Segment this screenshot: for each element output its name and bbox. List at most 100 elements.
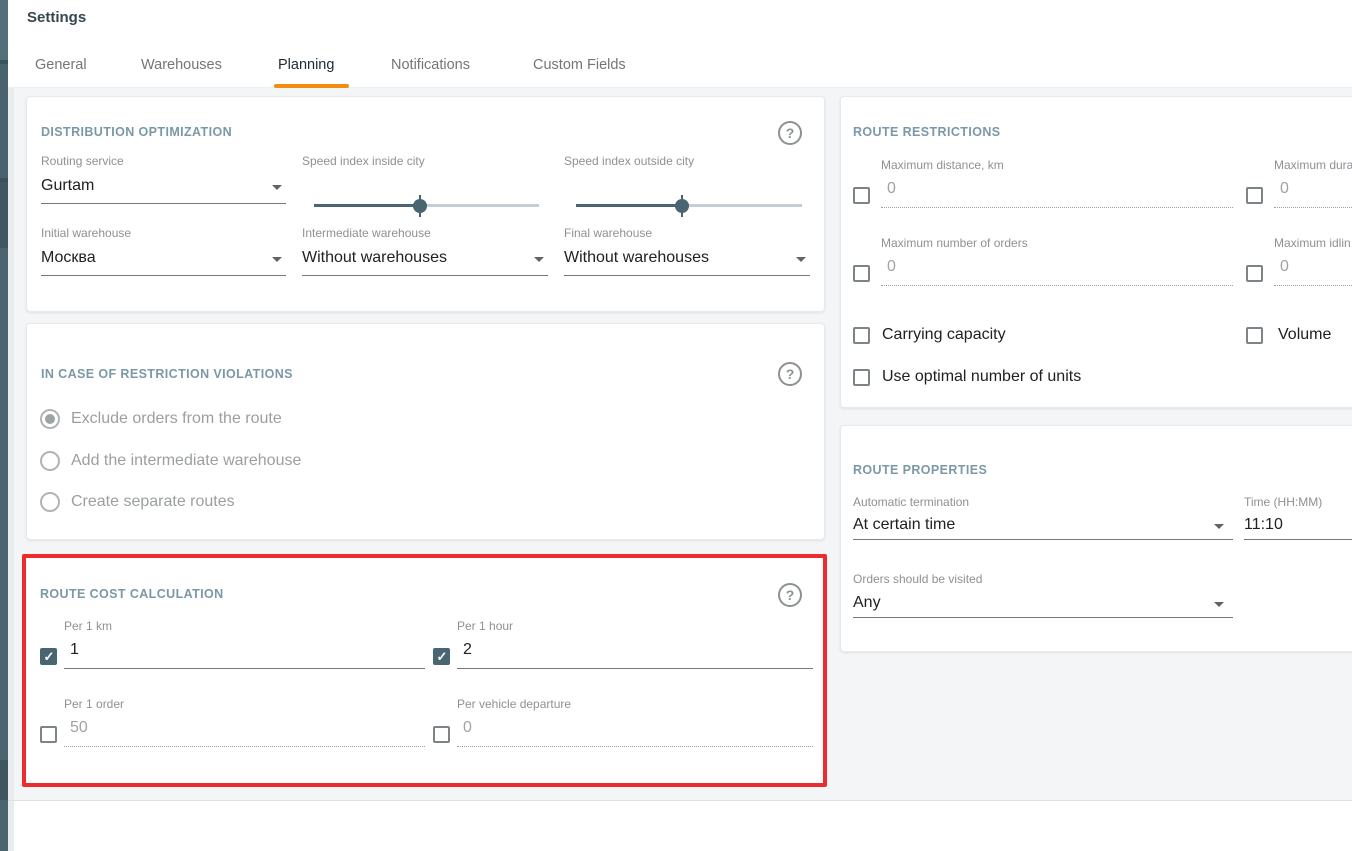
help-icon[interactable]: ? [778, 362, 802, 386]
radio-label[interactable]: Create separate routes [71, 493, 235, 511]
max-idling-checkbox[interactable] [1246, 265, 1263, 282]
chevron-down-icon[interactable] [272, 257, 282, 262]
per-km-checkbox[interactable] [40, 648, 57, 665]
time-input[interactable]: 11:10 [1244, 516, 1283, 534]
speed-outside-label: Speed index outside city [564, 154, 694, 168]
orders-visited-select[interactable]: Any [853, 594, 881, 612]
per-hour-checkbox[interactable] [433, 648, 450, 665]
section-title: ROUTE PROPERTIES [853, 463, 987, 477]
max-distance-label: Maximum distance, km [881, 158, 1004, 172]
tab-general[interactable]: General [35, 57, 87, 73]
radio-label[interactable]: Add the intermediate warehouse [71, 452, 301, 470]
carrying-capacity-label[interactable]: Carrying capacity [882, 326, 1006, 344]
card-restriction-violations: IN CASE OF RESTRICTION VIOLATIONS ? Excl… [26, 323, 825, 540]
per-order-label: Per 1 order [64, 697, 124, 711]
intermediate-warehouse-select[interactable]: Without warehouses [302, 249, 447, 267]
input-underline [564, 275, 810, 276]
settings-header: Settings General Warehouses Planning Not… [8, 0, 1352, 88]
max-idling-label: Maximum idlin [1274, 236, 1351, 250]
final-warehouse-label: Final warehouse [564, 226, 652, 240]
per-hour-input[interactable]: 2 [463, 641, 472, 659]
collapsed-sidebar-strip[interactable] [0, 0, 8, 851]
radio-exclude-orders[interactable] [40, 409, 60, 429]
input-underline [64, 668, 425, 669]
chevron-down-icon[interactable] [796, 257, 806, 262]
volume-label[interactable]: Volume [1278, 326, 1331, 344]
orders-visited-label: Orders should be visited [853, 572, 982, 586]
input-underline [302, 275, 548, 276]
help-icon[interactable]: ? [778, 121, 802, 145]
max-duration-input[interactable]: 0 [1280, 180, 1289, 198]
chevron-down-icon[interactable] [1214, 602, 1224, 607]
volume-checkbox[interactable] [1246, 327, 1263, 344]
final-warehouse-select[interactable]: Without warehouses [564, 249, 709, 267]
routing-service-select[interactable]: Gurtam [41, 177, 94, 195]
automatic-termination-label: Automatic termination [853, 495, 969, 509]
input-underline [881, 285, 1233, 286]
max-orders-label: Maximum number of orders [881, 236, 1028, 250]
tab-custom-fields[interactable]: Custom Fields [533, 57, 626, 73]
tab-bar: General Warehouses Planning Notification… [8, 44, 1352, 88]
chevron-down-icon[interactable] [534, 257, 544, 262]
speed-inside-label: Speed index inside city [302, 154, 425, 168]
chevron-down-icon[interactable] [1214, 524, 1224, 529]
per-km-input[interactable]: 1 [70, 641, 79, 659]
chevron-down-icon[interactable] [272, 185, 282, 190]
initial-warehouse-select[interactable]: Москва [41, 249, 96, 267]
active-tab-indicator [274, 84, 349, 88]
tab-planning[interactable]: Planning [278, 57, 334, 73]
tab-warehouses[interactable]: Warehouses [141, 57, 222, 73]
tab-notifications[interactable]: Notifications [391, 57, 470, 73]
card-route-cost-calculation-highlighted: ROUTE COST CALCULATION ? Per 1 km 1 Per … [22, 554, 827, 787]
input-underline [457, 746, 813, 747]
input-underline [41, 275, 286, 276]
per-order-input[interactable]: 50 [70, 719, 88, 737]
initial-warehouse-label: Initial warehouse [41, 226, 131, 240]
radio-add-intermediate-warehouse[interactable] [40, 451, 60, 471]
page-title: Settings [27, 9, 86, 26]
input-underline [1274, 207, 1352, 208]
section-title: DISTRIBUTION OPTIMIZATION [41, 125, 232, 139]
radio-create-separate-routes[interactable] [40, 492, 60, 512]
optimal-units-label[interactable]: Use optimal number of units [882, 368, 1081, 386]
per-departure-input[interactable]: 0 [463, 719, 472, 737]
footer-divider [8, 800, 1352, 801]
routing-service-label: Routing service [41, 154, 124, 168]
per-hour-label: Per 1 hour [457, 619, 513, 633]
max-duration-label: Maximum dura [1274, 158, 1352, 172]
speed-outside-slider[interactable] [576, 191, 802, 219]
max-duration-checkbox[interactable] [1246, 187, 1263, 204]
max-orders-input[interactable]: 0 [887, 258, 896, 276]
automatic-termination-select[interactable]: At certain time [853, 516, 955, 534]
input-underline [457, 668, 813, 669]
per-departure-checkbox[interactable] [433, 726, 450, 743]
max-distance-checkbox[interactable] [853, 187, 870, 204]
speed-inside-slider[interactable] [314, 191, 539, 219]
section-title: ROUTE COST CALCULATION [40, 587, 224, 601]
max-idling-input[interactable]: 0 [1280, 258, 1289, 276]
time-label: Time (HH:MM) [1244, 495, 1322, 509]
card-distribution-optimization: DISTRIBUTION OPTIMIZATION ? Routing serv… [26, 96, 825, 312]
intermediate-warehouse-label: Intermediate warehouse [302, 226, 431, 240]
input-underline [1244, 539, 1352, 540]
carrying-capacity-checkbox[interactable] [853, 327, 870, 344]
slider-thumb[interactable] [675, 199, 689, 213]
input-underline [64, 746, 425, 747]
slider-thumb[interactable] [413, 199, 427, 213]
per-departure-label: Per vehicle departure [457, 697, 571, 711]
per-km-label: Per 1 km [64, 619, 112, 633]
input-underline [853, 617, 1233, 618]
input-underline [41, 203, 286, 204]
card-route-restrictions: ROUTE RESTRICTIONS Maximum distance, km … [840, 96, 1352, 408]
radio-label[interactable]: Exclude orders from the route [71, 410, 282, 428]
per-order-checkbox[interactable] [40, 726, 57, 743]
help-icon[interactable]: ? [778, 583, 802, 607]
max-distance-input[interactable]: 0 [887, 180, 896, 198]
max-orders-checkbox[interactable] [853, 265, 870, 282]
input-underline [1274, 285, 1352, 286]
optimal-units-checkbox[interactable] [853, 369, 870, 386]
card-route-properties: ROUTE PROPERTIES Automatic termination A… [840, 425, 1352, 652]
input-underline [853, 539, 1233, 540]
section-title: ROUTE RESTRICTIONS [853, 125, 1000, 139]
input-underline [881, 207, 1233, 208]
